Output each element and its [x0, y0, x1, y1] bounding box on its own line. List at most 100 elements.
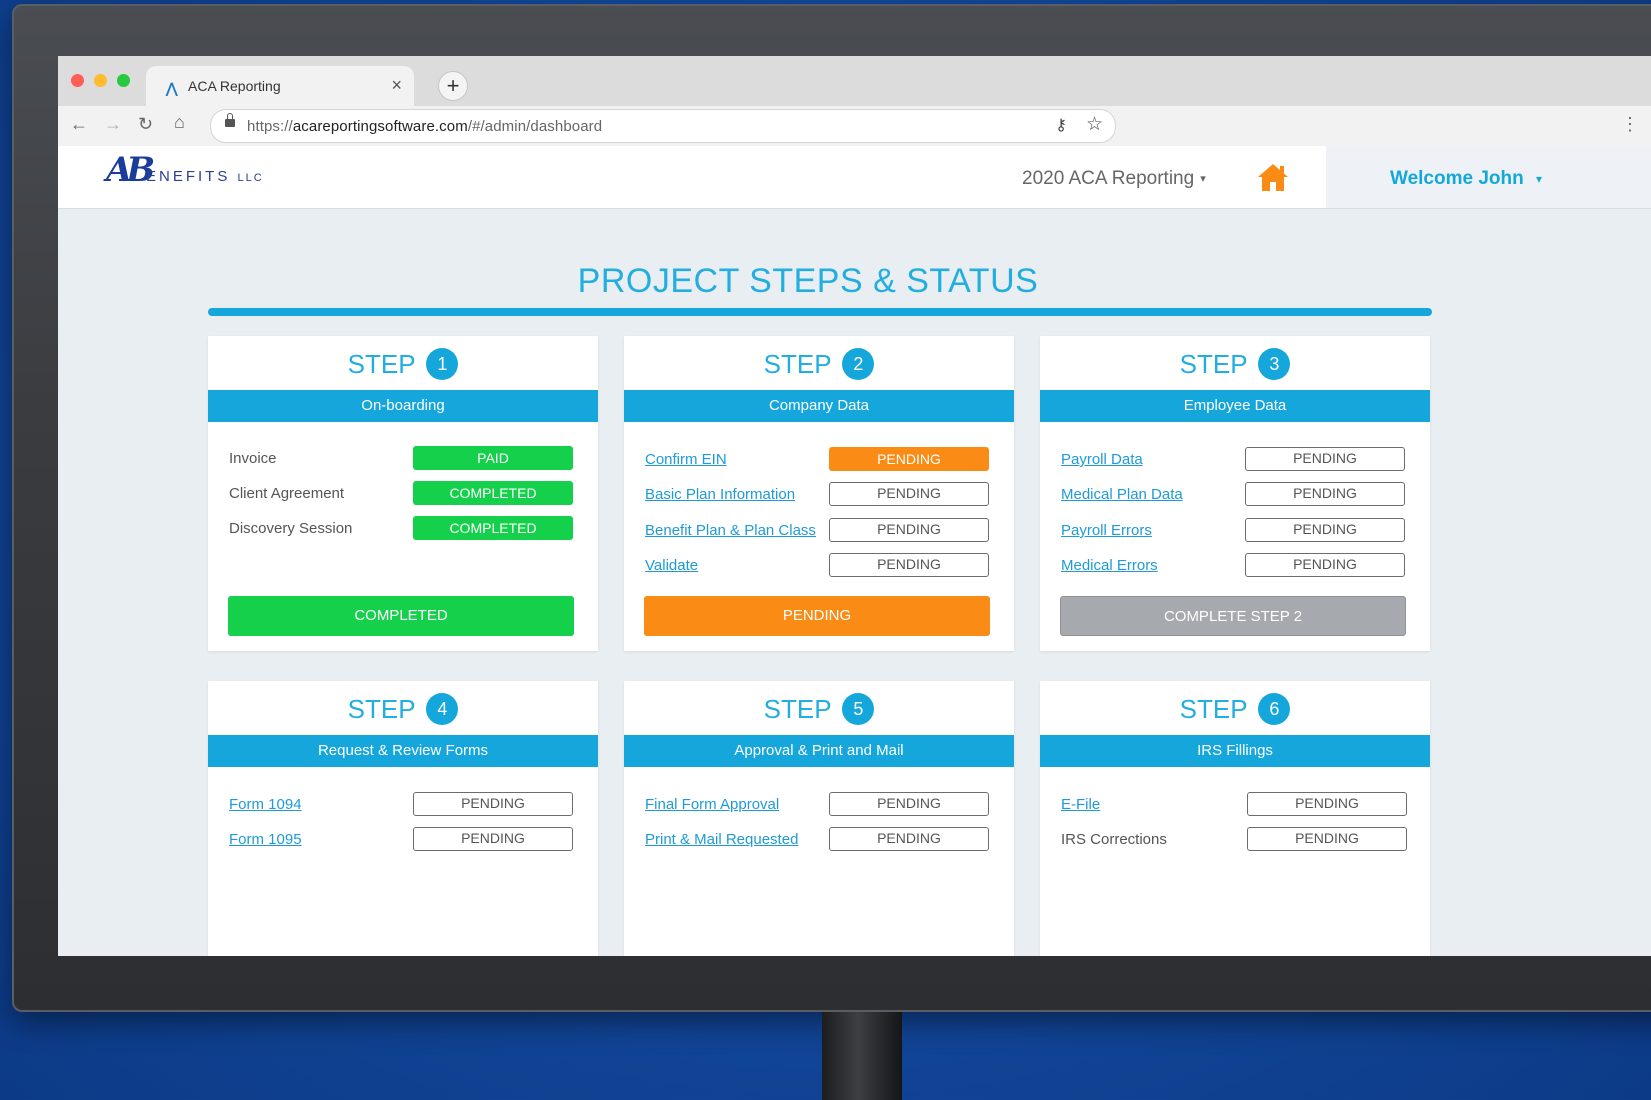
- url-text: https://acareportingsoftware.com/#/admin…: [247, 118, 602, 135]
- title-divider: [208, 308, 1432, 316]
- step-row: Print & Mail Requested PENDING: [624, 827, 1014, 855]
- browser-toolbar: ← → ↻ ⌂ https://acareportingsoftware.com…: [58, 106, 1651, 147]
- payroll-data-link[interactable]: Payroll Data: [1061, 451, 1143, 468]
- chevron-down-icon: ▾: [1200, 173, 1206, 185]
- complete-step-2-button[interactable]: COMPLETE STEP 2: [1060, 596, 1406, 636]
- chevron-down-icon: ▾: [1536, 172, 1543, 186]
- menu-icon[interactable]: ⋮: [1621, 114, 1639, 135]
- confirm-ein-link[interactable]: Confirm EIN: [645, 451, 727, 468]
- step-card-1: STEP 1 On-boarding Invoice PAID Client A…: [208, 336, 598, 651]
- logo-word: ENEFITS: [146, 168, 231, 185]
- medical-plan-data-link[interactable]: Medical Plan Data: [1061, 486, 1183, 503]
- star-icon[interactable]: ☆: [1086, 113, 1103, 136]
- step-row: Form 1095 PENDING: [208, 827, 598, 855]
- step-row: IRS Corrections PENDING: [1040, 827, 1430, 855]
- basic-plan-information-link[interactable]: Basic Plan Information: [645, 486, 795, 503]
- form-1095-link[interactable]: Form 1095: [229, 831, 302, 848]
- step-card-4: STEP 4 Request & Review Forms Form 1094 …: [208, 681, 598, 956]
- step-banner: IRS Fillings: [1040, 735, 1430, 767]
- step-status-button[interactable]: COMPLETED: [228, 596, 574, 636]
- step-banner: Request & Review Forms: [208, 735, 598, 767]
- step-heading: STEP 5: [624, 693, 1014, 725]
- status-badge: PENDING: [829, 518, 989, 542]
- step-row: Medical Plan Data PENDING: [1040, 482, 1430, 510]
- step-row: Validate PENDING: [624, 553, 1014, 581]
- step-row: Benefit Plan & Plan Class PENDING: [624, 518, 1014, 546]
- medical-errors-link[interactable]: Medical Errors: [1061, 557, 1158, 574]
- browser-tabstrip: ⋀ ACA Reporting × +: [58, 56, 1651, 106]
- lock-icon: [225, 113, 235, 127]
- benefit-plan-link[interactable]: Benefit Plan & Plan Class: [645, 522, 816, 539]
- status-badge: PAID: [413, 446, 573, 470]
- step-banner: Company Data: [624, 390, 1014, 422]
- back-icon[interactable]: ←: [70, 114, 88, 135]
- status-badge: PENDING: [829, 792, 989, 816]
- validate-link[interactable]: Validate: [645, 557, 698, 574]
- final-form-approval-link[interactable]: Final Form Approval: [645, 796, 779, 813]
- step-row: Form 1094 PENDING: [208, 792, 598, 820]
- close-window-button[interactable]: [71, 74, 84, 87]
- row-label: Invoice: [229, 450, 277, 467]
- key-icon[interactable]: ⚷: [1055, 115, 1067, 135]
- step-row: Confirm EIN PENDING: [624, 447, 1014, 475]
- reporting-year-label: 2020 ACA Reporting: [1022, 168, 1195, 189]
- status-badge: PENDING: [829, 827, 989, 851]
- url-scheme: https://: [247, 118, 293, 135]
- step-row: Discovery Session COMPLETED: [208, 516, 598, 544]
- step-row: Invoice PAID: [208, 446, 598, 474]
- step-word: STEP: [763, 694, 832, 724]
- page-title: PROJECT STEPS & STATUS: [577, 262, 1039, 300]
- home-icon[interactable]: [1256, 161, 1290, 193]
- logo-text: ENEFITS LLC: [146, 168, 264, 185]
- logo-llc: LLC: [237, 172, 264, 184]
- screen: ⋀ ACA Reporting × + ← → ↻ ⌂ https://acar…: [58, 56, 1651, 956]
- tab-title: ACA Reporting: [188, 78, 281, 94]
- status-badge: PENDING: [413, 827, 573, 851]
- status-badge: PENDING: [829, 553, 989, 577]
- new-tab-button[interactable]: +: [438, 71, 468, 101]
- minimize-window-button[interactable]: [94, 74, 107, 87]
- welcome-label: Welcome John: [1390, 168, 1524, 189]
- step-number-badge: 1: [426, 348, 459, 380]
- step-word: STEP: [347, 349, 416, 379]
- status-badge: PENDING: [413, 792, 573, 816]
- step-banner: Employee Data: [1040, 390, 1430, 422]
- status-badge: PENDING: [1245, 482, 1405, 506]
- step-word: STEP: [347, 694, 416, 724]
- step-row: Payroll Data PENDING: [1040, 447, 1430, 475]
- address-bar[interactable]: https://acareportingsoftware.com/#/admin…: [210, 109, 1116, 143]
- row-label: Discovery Session: [229, 520, 353, 537]
- url-host: acareportingsoftware.com: [292, 118, 468, 135]
- reload-icon[interactable]: ↻: [138, 114, 153, 135]
- print-mail-requested-link[interactable]: Print & Mail Requested: [645, 831, 798, 848]
- status-badge: PENDING: [1245, 447, 1405, 471]
- status-badge: COMPLETED: [413, 481, 573, 505]
- step-number-badge: 6: [1258, 693, 1291, 725]
- forward-icon[interactable]: →: [104, 114, 122, 135]
- tab-close-button[interactable]: ×: [391, 75, 402, 96]
- row-label: IRS Corrections: [1061, 831, 1167, 848]
- favicon-icon: ⋀: [166, 80, 178, 96]
- step-row: Medical Errors PENDING: [1040, 553, 1430, 581]
- step-word: STEP: [1179, 694, 1248, 724]
- user-menu[interactable]: Welcome John ▾: [1326, 146, 1651, 208]
- step-card-3: STEP 3 Employee Data Payroll Data PENDIN…: [1040, 336, 1430, 651]
- step-card-5: STEP 5 Approval & Print and Mail Final F…: [624, 681, 1014, 956]
- step-heading: STEP 4: [208, 693, 598, 725]
- payroll-errors-link[interactable]: Payroll Errors: [1061, 522, 1152, 539]
- step-status-button[interactable]: PENDING: [644, 596, 990, 636]
- form-1094-link[interactable]: Form 1094: [229, 796, 302, 813]
- url-path: /#/admin/dashboard: [467, 118, 603, 135]
- step-row: Basic Plan Information PENDING: [624, 482, 1014, 510]
- maximize-window-button[interactable]: [117, 74, 130, 87]
- monitor-stand: [822, 1012, 902, 1100]
- step-row: Final Form Approval PENDING: [624, 792, 1014, 820]
- status-badge: COMPLETED: [413, 516, 573, 540]
- logo[interactable]: AB ENEFITS LLC: [106, 150, 276, 206]
- app-header: AB ENEFITS LLC 2020 ACA Reporting ▾ Welco…: [58, 146, 1651, 209]
- step-number-badge: 3: [1258, 348, 1291, 380]
- e-file-link[interactable]: E-File: [1061, 796, 1100, 813]
- reporting-year-select[interactable]: 2020 ACA Reporting ▾: [1022, 168, 1206, 190]
- browser-tab[interactable]: ⋀ ACA Reporting ×: [146, 66, 414, 106]
- home-icon[interactable]: ⌂: [174, 112, 185, 133]
